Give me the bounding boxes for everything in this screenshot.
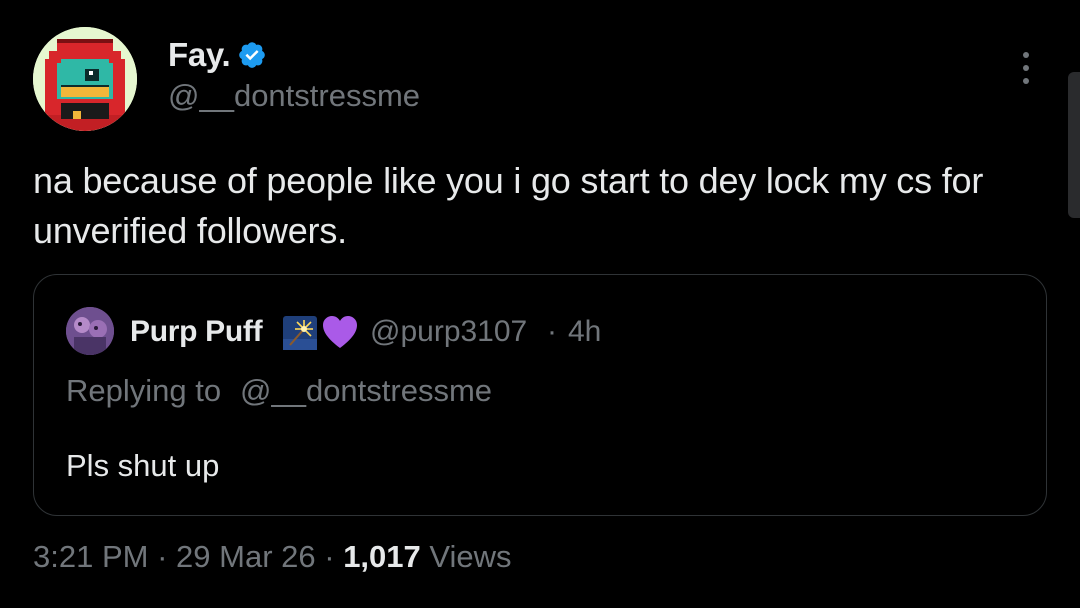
quote-author-name[interactable]: Purp Puff [130,315,263,349]
tweet-text: na because of people like you i go start… [33,160,984,251]
views-count: 1,017 [343,539,421,574]
pixel-frog-avatar-icon [33,27,137,131]
replying-to-handle[interactable]: @__dontstressme [240,373,492,409]
quoted-tweet-card[interactable]: Purp Puff @purp3107 · 4h Replying to @__… [33,274,1047,516]
more-options-button[interactable] [1008,48,1044,88]
quote-timestamp[interactable]: 4h [568,315,601,349]
author-name[interactable]: Fay. [168,36,231,74]
author-avatar[interactable] [33,27,137,131]
replying-to-label: Replying to [66,373,222,408]
views-label: Views [429,539,512,574]
scrollbar[interactable] [1068,72,1080,218]
quote-author-handle[interactable]: @purp3107 [370,315,527,349]
tweet-time[interactable]: 3:21 PM [33,539,148,574]
tweet: Fay. @__dontstressme na because of peopl… [0,0,1080,608]
meta-separator: · [324,539,335,574]
author-handle[interactable]: @__dontstressme [168,78,420,114]
tweet-date[interactable]: 29 Mar 26 [176,539,316,574]
verified-badge-icon [239,42,265,68]
more-options-icon [1023,52,1029,58]
quote-text: Pls shut up [66,448,220,483]
meta-separator: · [157,539,168,574]
quote-separator: · [547,315,557,348]
purple-character-avatar-icon [66,307,114,355]
quote-author-avatar[interactable] [66,307,114,355]
sparkler-emoji-icon [283,316,317,350]
purple-heart-emoji-icon [323,316,357,348]
tweet-metadata: 3:21 PM · 29 Mar 26 · 1,017 Views [33,539,512,575]
